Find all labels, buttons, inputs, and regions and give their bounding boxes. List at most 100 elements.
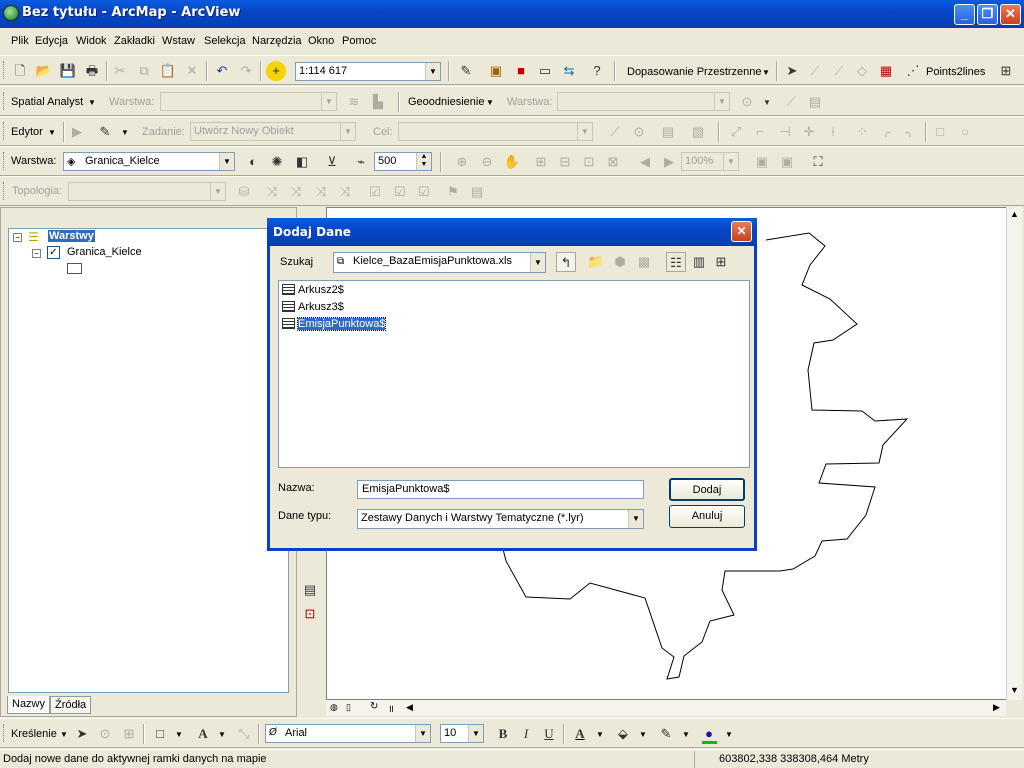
chevron-down-icon[interactable]: ▼: [121, 128, 129, 137]
name-field[interactable]: EmisjaPunktowa$: [357, 480, 644, 499]
cut-icon[interactable]: ✂: [110, 61, 130, 81]
menu-okno[interactable]: Okno: [308, 35, 334, 47]
chevron-down-icon[interactable]: ▼: [577, 123, 592, 140]
topology-edit-icon[interactable]: ⤢: [726, 122, 746, 142]
snapping-dropdown[interactable]: Dopasowanie Przestrzenne: [627, 66, 762, 78]
rotate-element-icon[interactable]: ⊙: [95, 724, 115, 744]
flicker-rate-spinner[interactable]: 500 ▲ ▼: [374, 152, 432, 171]
tab-nazwy[interactable]: Nazwy: [7, 696, 51, 714]
connect-folder-icon[interactable]: 📁: [586, 252, 606, 272]
menu-plik[interactable]: Plik: [11, 35, 29, 47]
trim-icon[interactable]: ⌐: [750, 122, 770, 142]
toolbar-grip[interactable]: [3, 61, 6, 79]
flicker-icon[interactable]: ⌁: [351, 152, 371, 172]
paste-icon[interactable]: 📋: [158, 61, 178, 81]
select-arrow-icon[interactable]: ➤: [782, 61, 802, 81]
chevron-down-icon[interactable]: ▼: [530, 253, 545, 272]
model-builder-icon[interactable]: ⇆: [559, 61, 579, 81]
list-item-selected[interactable]: EmisjaPunktowa$: [281, 317, 387, 332]
toolbar-grip[interactable]: [3, 724, 6, 742]
split-icon[interactable]: ⟋: [605, 122, 625, 142]
chevron-down-icon[interactable]: ▼: [321, 93, 336, 110]
delete-icon[interactable]: ✕: [182, 61, 202, 81]
chevron-down-icon[interactable]: ▼: [210, 183, 225, 200]
link-table-icon[interactable]: ▤: [805, 92, 825, 112]
task-combo[interactable]: Utwórz Nowy Obiekt ▼: [190, 122, 356, 141]
chevron-down-icon[interactable]: ▼: [425, 63, 440, 80]
refresh-icon[interactable]: ↻: [370, 701, 378, 712]
pan-icon[interactable]: ✋: [502, 152, 522, 172]
chevron-down-icon[interactable]: ▼: [340, 123, 355, 140]
list-view-icon[interactable]: ☷: [666, 252, 686, 272]
focus-frame-icon[interactable]: ▣: [777, 152, 797, 172]
arccatalog-icon[interactable]: ▣: [486, 61, 506, 81]
cancel-button[interactable]: Anuluj: [669, 505, 745, 528]
rectangle-icon[interactable]: □: [930, 122, 950, 142]
effects-layer-combo[interactable]: Granica_Kielce ◈ ▼: [63, 152, 235, 171]
menu-wstaw[interactable]: Wstaw: [162, 35, 195, 47]
dialog-close-button[interactable]: ✕: [731, 221, 752, 242]
bold-button[interactable]: B: [493, 724, 513, 744]
chevron-down-icon[interactable]: ▼: [723, 153, 738, 170]
contrast-icon[interactable]: ◐: [243, 152, 263, 172]
up-one-level-icon[interactable]: ↰: [556, 252, 576, 272]
arctoolbox-icon[interactable]: ■: [511, 61, 531, 81]
details-view-icon[interactable]: ▥: [689, 252, 709, 272]
construct-features-icon[interactable]: ⤨: [311, 182, 331, 202]
drawing-menu[interactable]: Kreślenie: [11, 728, 57, 740]
pause-icon[interactable]: ॥: [388, 701, 394, 715]
grid-icon[interactable]: ▦: [876, 61, 896, 81]
callout-icon[interactable]: ⤡: [234, 724, 254, 744]
new-folder-icon[interactable]: ▩: [634, 252, 654, 272]
line-color-icon[interactable]: ✎: [656, 724, 676, 744]
split-line-icon[interactable]: ⟊: [823, 122, 843, 142]
file-list[interactable]: Arkusz2$ Arkusz3$ EmisjaPunktowa$: [278, 280, 750, 468]
menu-selekcja[interactable]: Selekcja: [204, 35, 246, 47]
look-in-combo[interactable]: ⧉ Kielce_BazaEmisjaPunktowa.xls ▼: [333, 252, 546, 273]
error-inspector-icon[interactable]: ▤: [467, 182, 487, 202]
chevron-down-icon[interactable]: ▼: [48, 128, 56, 137]
toolbar-grip[interactable]: [3, 182, 6, 200]
menu-zakladki[interactable]: Zakładki: [114, 35, 155, 47]
add-button[interactable]: Dodaj: [669, 478, 745, 501]
edit-arrow-icon[interactable]: ▶: [67, 122, 87, 142]
new-document-icon[interactable]: 🗋: [10, 61, 30, 81]
validate-extent-icon[interactable]: ☑: [414, 182, 434, 202]
one-to-one-icon[interactable]: ⊠: [603, 152, 623, 172]
rotate-edit-icon[interactable]: ⊙: [629, 122, 649, 142]
snap-diamond-icon[interactable]: ◇: [852, 61, 872, 81]
map-tips-icon[interactable]: ⊡: [300, 604, 320, 624]
list-item[interactable]: Arkusz3$: [281, 300, 345, 315]
data-frame-warstwy[interactable]: Warstwy: [48, 230, 95, 242]
chevron-down-icon[interactable]: ▼: [596, 730, 604, 739]
transparency-icon[interactable]: ◧: [292, 152, 312, 172]
brightness-icon[interactable]: ✺: [267, 152, 287, 172]
redo-icon[interactable]: ↷: [236, 61, 256, 81]
font-size-combo[interactable]: 10 ▼: [440, 724, 484, 743]
target-combo[interactable]: ▼: [398, 122, 593, 141]
vertex-icon[interactable]: ⁘: [852, 122, 872, 142]
add-data-icon[interactable]: +: [266, 61, 286, 81]
chevron-down-icon[interactable]: ▼: [639, 730, 647, 739]
toggle-draft-icon[interactable]: ▣: [752, 152, 772, 172]
validate-icon[interactable]: ☑: [365, 182, 385, 202]
save-icon[interactable]: 💾: [58, 61, 78, 81]
open-folder-icon[interactable]: 📂: [34, 61, 54, 81]
data-view-icon[interactable]: ◍: [330, 702, 338, 713]
minimize-button[interactable]: _: [954, 4, 975, 25]
layer-granica-kielce[interactable]: Granica_Kielce: [67, 246, 142, 258]
snap-tool-2-icon[interactable]: ⟋: [829, 61, 849, 81]
snap-tool-icon[interactable]: ⟋: [805, 61, 825, 81]
topology-combo[interactable]: ▼: [68, 182, 226, 201]
georeferencing-menu[interactable]: Geoodniesienie: [408, 96, 484, 108]
intersect-icon[interactable]: ✛: [799, 122, 819, 142]
shared-features-icon[interactable]: ⤨: [286, 182, 306, 202]
toolbar-grip[interactable]: [3, 92, 6, 110]
chevron-down-icon[interactable]: ▼: [218, 730, 226, 739]
map-topology-icon[interactable]: ⛁: [234, 182, 254, 202]
close-button[interactable]: ✕: [1000, 4, 1021, 25]
zoom-out-icon[interactable]: ⊖: [477, 152, 497, 172]
chevron-down-icon[interactable]: ▼: [725, 730, 733, 739]
chevron-down-icon[interactable]: ▼: [175, 730, 183, 739]
select-elements-icon[interactable]: ➤: [72, 724, 92, 744]
